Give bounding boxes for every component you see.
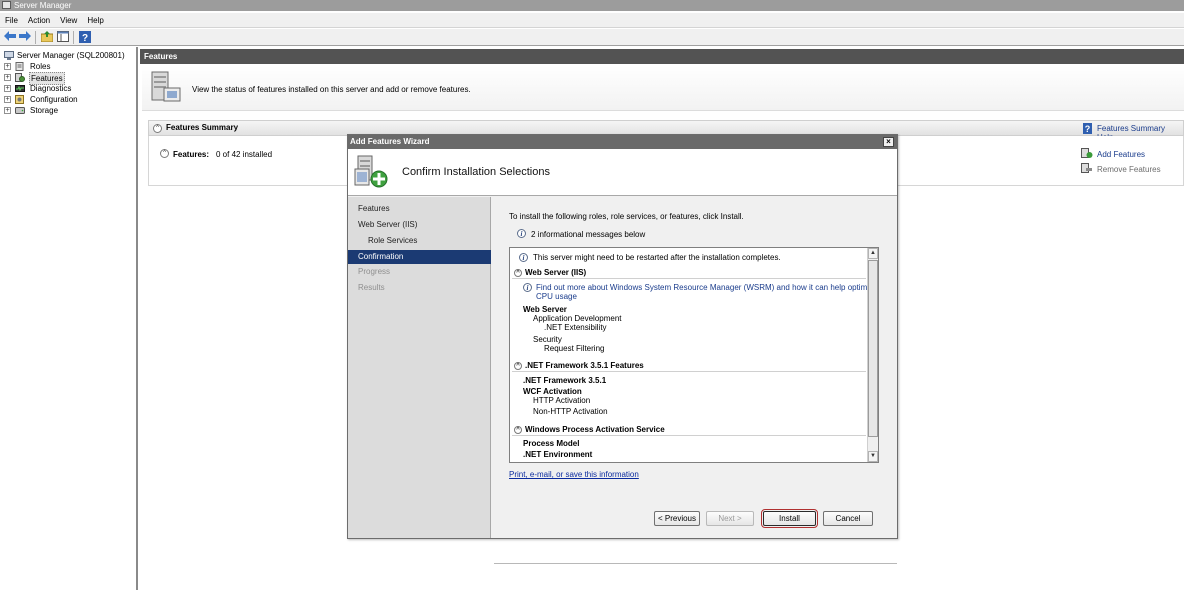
collapse-icon[interactable]: ^ — [514, 362, 522, 370]
restart-note: This server might need to be restarted a… — [533, 253, 781, 262]
expand-icon[interactable]: + — [4, 85, 11, 92]
tree-item-label: Configuration — [30, 95, 78, 104]
add-features-icon — [1081, 148, 1093, 158]
wsrm-link-cont[interactable]: CPU usage — [536, 292, 577, 302]
add-features-wizard: Add Features Wizard × Confirm Installati… — [347, 134, 898, 564]
instruction-text: To install the following roles, role ser… — [509, 212, 744, 221]
feature-request-filtering: Request Filtering — [544, 344, 605, 353]
wizard-add-feature-icon — [354, 155, 388, 188]
collapse-icon[interactable]: ^ — [514, 426, 522, 434]
help-icon[interactable]: ? — [78, 31, 91, 44]
roles-icon — [15, 62, 24, 71]
collapse-icon[interactable]: ^ — [514, 269, 522, 277]
server-icon — [4, 51, 14, 60]
wsrm-link[interactable]: Find out more about Windows System Resou… — [536, 283, 877, 293]
features-label: Features: — [173, 150, 210, 159]
feature-net-ext: .NET Extensibility — [544, 323, 607, 332]
tree-root-label: Server Manager (SQL200801) — [17, 51, 125, 60]
tree-item-label: Storage — [30, 106, 59, 115]
remove-features-icon — [1081, 163, 1092, 173]
section-net-framework: ^ .NET Framework 3.5.1 Features — [512, 360, 866, 372]
section-title: .NET Framework 3.5.1 Features — [525, 361, 644, 370]
features-icon — [15, 73, 25, 82]
wizard-title: Add Features Wizard — [350, 137, 430, 146]
collapse-icon[interactable]: ^ — [160, 149, 169, 158]
server-manager-app-icon — [2, 1, 11, 9]
nav-item-role-services[interactable]: Role Services — [348, 234, 491, 248]
back-arrow-icon[interactable] — [3, 31, 16, 43]
list-scrollbar[interactable]: ▲ ▼ — [867, 248, 878, 462]
scroll-thumb[interactable] — [868, 260, 878, 437]
expand-icon[interactable]: + — [4, 107, 11, 114]
collapse-icon[interactable]: ^ — [153, 124, 162, 133]
menu-file[interactable]: File — [0, 13, 23, 28]
feature-process-model: Process Model — [523, 439, 580, 448]
up-folder-icon[interactable] — [40, 31, 53, 43]
nav-item-results: Results — [358, 283, 385, 292]
scroll-up-icon[interactable]: ▲ — [868, 248, 878, 259]
info-icon: i — [517, 229, 526, 239]
add-features-link[interactable]: Add Features — [1097, 150, 1145, 159]
window-title-bar: Server Manager — [0, 0, 1184, 11]
messages-note: 2 informational messages below — [531, 230, 646, 239]
expand-icon[interactable]: + — [4, 96, 11, 103]
nav-item-features[interactable]: Features — [348, 202, 491, 216]
tree-item-label: Diagnostics — [30, 84, 72, 93]
menu-bar: File Action View Help — [0, 13, 1184, 28]
print-email-save-link[interactable]: Print, e-mail, or save this information — [509, 470, 639, 479]
menu-help[interactable]: Help — [82, 13, 108, 28]
cancel-button[interactable]: Cancel — [823, 511, 873, 526]
next-button: Next > — [706, 511, 754, 526]
nav-item-web-server[interactable]: Web Server (IIS) — [348, 218, 491, 232]
wizard-navigation: Features Web Server (IIS) Role Services … — [348, 197, 491, 538]
svg-text:?: ? — [81, 33, 87, 43]
info-icon: i — [523, 283, 532, 293]
previous-button[interactable]: < Previous — [654, 511, 700, 526]
section-web-server-iis: ^ Web Server (IIS) — [512, 267, 866, 279]
button-divider — [494, 563, 897, 564]
confirmation-list[interactable]: i This server might need to be restarted… — [509, 247, 879, 463]
info-icon: i — [519, 253, 528, 263]
nav-item-progress: Progress — [358, 267, 391, 276]
configuration-icon — [15, 95, 24, 104]
wizard-heading: Confirm Installation Selections — [402, 166, 550, 178]
help-book-icon: ? — [1083, 123, 1092, 136]
wizard-header: Confirm Installation Selections — [348, 149, 897, 196]
remove-features-link[interactable]: Remove Features — [1097, 165, 1161, 174]
wizard-title-bar: Add Features Wizard × — [348, 135, 897, 149]
scroll-down-icon[interactable]: ▼ — [868, 451, 878, 462]
storage-icon — [15, 107, 25, 114]
expand-icon[interactable]: + — [4, 74, 11, 81]
section-title: Windows Process Activation Service — [525, 425, 665, 434]
window-title: Server Manager — [14, 1, 72, 10]
tree-item-label: Roles — [30, 62, 51, 71]
section-was: ^ Windows Process Activation Service — [512, 424, 866, 436]
svg-text:?: ? — [1085, 124, 1091, 134]
section-title: Web Server (IIS) — [525, 268, 587, 277]
nav-item-confirmation[interactable]: Confirmation — [348, 250, 491, 264]
forward-arrow-icon[interactable] — [18, 31, 31, 43]
close-icon[interactable]: × — [883, 137, 894, 147]
intro-area: View the status of features installed on… — [142, 66, 1184, 111]
menu-action[interactable]: Action — [23, 13, 55, 28]
feature-net-framework: .NET Framework 3.5.1 — [523, 376, 607, 385]
intro-text: View the status of features installed on… — [192, 85, 471, 94]
diagnostics-icon — [15, 85, 25, 92]
install-button[interactable]: Install — [761, 509, 818, 528]
feature-net-environment: .NET Environment — [523, 450, 593, 459]
show-hide-tree-icon[interactable] — [56, 31, 69, 43]
toolbar: ? — [0, 29, 1184, 46]
features-summary-title: Features Summary — [166, 123, 239, 132]
navigation-tree: Server Manager (SQL200801) + Roles + Fea… — [0, 47, 138, 590]
expand-icon[interactable]: + — [4, 63, 11, 70]
menu-view[interactable]: View — [55, 13, 82, 28]
features-large-icon — [151, 71, 181, 102]
feature-http-activation: HTTP Activation — [533, 396, 591, 405]
feature-non-http-activation: Non-HTTP Activation — [533, 407, 608, 416]
features-count: 0 of 42 installed — [216, 150, 273, 159]
section-header: Features — [140, 49, 1184, 64]
